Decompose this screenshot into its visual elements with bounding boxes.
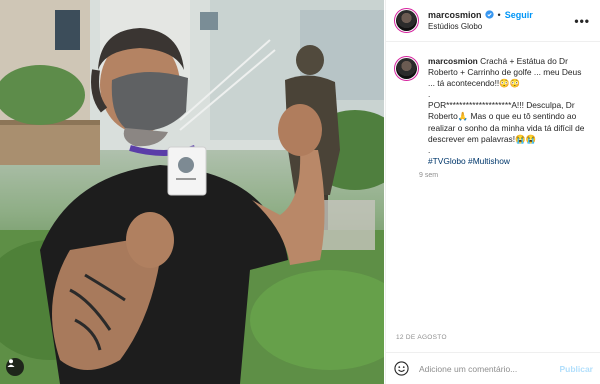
author-username[interactable]: marcosmion [428, 10, 482, 20]
publish-button[interactable]: Publicar [559, 364, 593, 374]
post-photo-image [0, 0, 384, 384]
author-avatar[interactable] [394, 8, 419, 33]
post-header: marcosmion • Seguir Estúdios Globo ••• [386, 0, 600, 42]
post-side-panel: marcosmion • Seguir Estúdios Globo ••• m… [385, 0, 600, 384]
more-options-icon[interactable]: ••• [574, 14, 590, 28]
caption-dot-1: . [428, 89, 431, 100]
post-photo[interactable] [0, 0, 384, 384]
comment-bar: Publicar [386, 352, 600, 384]
verified-badge-icon [484, 10, 494, 20]
post-caption: marcosmion Crachá + Estátua do Dr Robert… [428, 56, 588, 167]
header-separator: • [497, 9, 501, 20]
caption-text-2: POR********************A!!! Desculpa, Dr… [428, 100, 585, 144]
caption-username[interactable]: marcosmion [428, 56, 478, 66]
emoji-icon[interactable] [394, 361, 409, 376]
post-time-ago: 9 sem [419, 171, 439, 179]
caption-author-avatar[interactable] [394, 56, 419, 81]
post-date: 12 DE AGOSTO [396, 334, 447, 341]
follow-button[interactable]: Seguir [505, 10, 533, 20]
tagged-user-icon[interactable] [6, 358, 24, 376]
caption-dot-2: . [428, 144, 431, 155]
comment-input[interactable] [419, 363, 549, 374]
caption-block: marcosmion Crachá + Estátua do Dr Robert… [386, 42, 600, 179]
post-location[interactable]: Estúdios Globo [428, 22, 533, 31]
caption-hashtags[interactable]: #TVGlobo #Multishow [428, 156, 588, 167]
